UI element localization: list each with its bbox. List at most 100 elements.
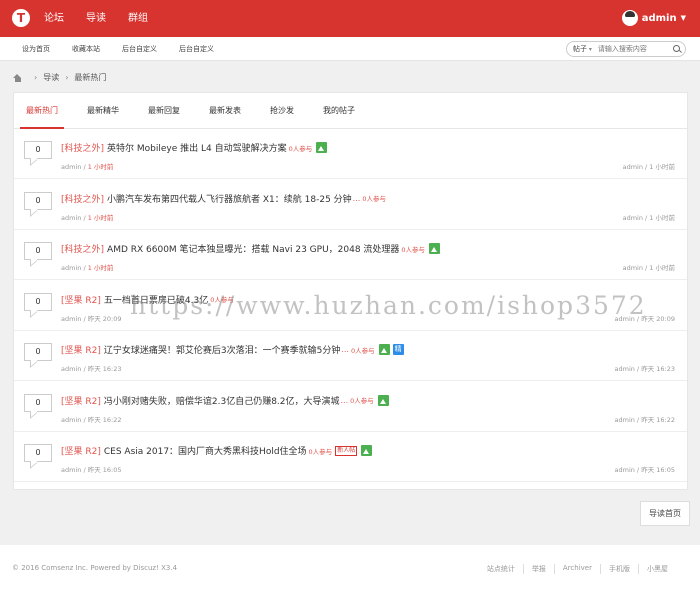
thread-time: 昨天 16:22: [87, 415, 122, 424]
guide-tabs: 最新热门 最新精华 最新回复 最新发表 抢沙发 我的帖子: [14, 93, 687, 129]
nav-item-group[interactable]: 群组: [128, 0, 148, 37]
thread-row[interactable]: 0 [坚果 R2] CES Asia 2017：国内厂商大秀黑科技Hold住全场 0人…: [14, 432, 687, 482]
thread-row[interactable]: 0 [坚果 R2] 辽宁女球迷痛哭！郭艾伦赛后3次落泪：一个赛季就输5分钟... 0人…: [14, 331, 687, 381]
thread-category[interactable]: [科技之外]: [61, 192, 104, 205]
image-attachment-icon: [361, 445, 373, 456]
username[interactable]: admin: [642, 13, 677, 24]
nav-item-forum[interactable]: 论坛: [44, 0, 64, 37]
set-homepage-link[interactable]: 设为首页: [22, 37, 50, 61]
thread-row[interactable]: 0 [科技之外] 小鹏汽车发布第四代载人飞行器旅航者 X1：续航 18-25 分钟.…: [14, 180, 687, 230]
tab-latest-hot[interactable]: 最新热门: [20, 93, 64, 129]
thread-category[interactable]: [坚果 R2]: [61, 394, 101, 407]
thread-title[interactable]: AMD RX 6600M 笔记本独显曝光：搭载 Navi 23 GPU，2048…: [107, 242, 399, 255]
thread-meta-left: admin / 昨天 16:22: [61, 415, 122, 424]
thread-title-line: [科技之外] 英特尔 Mobileye 推出 L4 自动驾驶解决方案 0人参与: [61, 141, 328, 154]
bookmark-site-link[interactable]: 收藏本站: [72, 37, 100, 61]
thread-row[interactable]: 0 [坚果 R2] 冯小刚对赌失败，赔偿华谊2.3亿自己仍赚8.2亿，大导演城...…: [14, 382, 687, 432]
tab-latest-post[interactable]: 最新发表: [203, 93, 247, 128]
tab-sofa[interactable]: 抢沙发: [264, 93, 300, 128]
search-icon[interactable]: [673, 45, 680, 52]
breadcrumb: › 导读 › 最新热门: [13, 72, 106, 83]
last-reply-meta[interactable]: admin / 1 小时前: [623, 161, 675, 171]
thread-meta-left: admin / 昨天 16:05: [61, 466, 122, 474]
footer-link-stats[interactable]: 站点统计: [479, 564, 523, 574]
thread-time: 昨天 16:05: [87, 466, 122, 474]
chevron-down-icon[interactable]: ▼: [681, 14, 686, 22]
tab-latest-reply[interactable]: 最新回复: [142, 93, 186, 128]
thread-title[interactable]: 辽宁女球迷痛哭！郭艾伦赛后3次落泪：一个赛季就输5分钟: [104, 343, 340, 356]
thread-meta-left: admin / 1 小时前: [61, 264, 114, 272]
participant-count: 0人参与: [362, 195, 386, 203]
top-bar: T 论坛 导读 群组 admin ▼: [0, 0, 700, 37]
thread-meta-left: admin / 昨天 16:23: [61, 365, 122, 373]
image-attachment-icon: [429, 243, 441, 254]
breadcrumb-separator: ›: [65, 73, 69, 82]
thread-author[interactable]: admin: [61, 264, 81, 272]
footer-link-archiver[interactable]: Archiver: [553, 564, 600, 574]
thread-category[interactable]: [坚果 R2]: [61, 293, 101, 306]
footer-link-mobile[interactable]: 手机版: [600, 564, 638, 574]
search-box: 帖子: [566, 41, 686, 57]
thread-author[interactable]: admin: [61, 163, 81, 171]
thread-meta-left: admin / 1 小时前: [61, 213, 114, 222]
main-nav: 论坛 导读 群组: [44, 0, 170, 37]
thread-title[interactable]: 英特尔 Mobileye 推出 L4 自动驾驶解决方案: [107, 141, 287, 154]
thread-category[interactable]: [科技之外]: [61, 242, 104, 255]
thread-row[interactable]: 0 [科技之外] 英特尔 Mobileye 推出 L4 自动驾驶解决方案 0人参与 ad…: [14, 129, 687, 179]
guide-home-button[interactable]: 导读首页: [640, 501, 690, 526]
thread-meta-left: admin / 1 小时前: [61, 163, 114, 171]
nav-item-guide[interactable]: 导读: [86, 0, 106, 37]
footer: © 2016 Comsenz Inc. Powered by Discuz! X…: [0, 545, 700, 609]
thread-title[interactable]: 小鹏汽车发布第四代载人飞行器旅航者 X1：续航 18-25 分钟: [107, 192, 352, 205]
thread-title-line: [坚果 R2] CES Asia 2017：国内厂商大秀黑科技Hold住全场 0人参…: [61, 444, 373, 457]
image-attachment-icon: [377, 394, 389, 406]
reply-count-badge: 0: [24, 191, 52, 210]
last-reply-meta[interactable]: admin / 昨天 16:23: [615, 363, 676, 373]
thread-title[interactable]: CES Asia 2017：国内厂商大秀黑科技Hold住全场: [104, 444, 307, 457]
thread-title-line: [坚果 R2] 冯小刚对赌失败，赔偿华谊2.3亿自己仍赚8.2亿，大导演城... 0…: [61, 394, 389, 407]
admin-custom-link-1[interactable]: 后台自定义: [122, 37, 157, 61]
thread-category[interactable]: [坚果 R2]: [61, 444, 101, 457]
thread-author[interactable]: admin: [61, 466, 81, 474]
home-icon[interactable]: [13, 73, 22, 82]
tab-latest-digest[interactable]: 最新精华: [81, 93, 125, 128]
breadcrumb-guide[interactable]: 导读: [43, 72, 59, 83]
reply-count-badge: 0: [24, 141, 52, 159]
site-logo[interactable]: T: [12, 9, 30, 27]
reply-count-badge: 0: [24, 444, 52, 462]
last-reply-meta[interactable]: admin / 1 小时前: [623, 212, 675, 222]
thread-author[interactable]: admin: [61, 365, 81, 373]
last-reply-meta[interactable]: admin / 昨天 16:05: [615, 464, 676, 474]
thread-time: 1 小时前: [87, 163, 114, 171]
last-reply-meta[interactable]: admin / 昨天 16:22: [615, 414, 676, 424]
thread-author[interactable]: admin: [61, 315, 81, 323]
footer-link-report[interactable]: 举报: [522, 564, 554, 574]
last-reply-meta[interactable]: admin / 1 小时前: [623, 262, 675, 272]
tab-my-threads[interactable]: 我的帖子: [317, 93, 361, 128]
thread-time: 昨天 16:23: [87, 365, 122, 373]
search-type-select[interactable]: 帖子: [573, 44, 592, 54]
avatar[interactable]: [621, 10, 638, 26]
footer-link-blackroom[interactable]: 小黑屋: [638, 564, 676, 574]
user-menu[interactable]: admin ▼: [621, 10, 686, 26]
search-input[interactable]: [597, 45, 662, 53]
thread-time: 1 小时前: [87, 264, 114, 272]
thread-title[interactable]: 冯小刚对赌失败，赔偿华谊2.3亿自己仍赚8.2亿，大导演城: [104, 394, 340, 407]
thread-category[interactable]: [科技之外]: [61, 141, 104, 154]
thread-meta-left: admin / 昨天 20:09: [61, 314, 122, 323]
thread-author[interactable]: admin: [61, 416, 81, 424]
breadcrumb-current: 最新热门: [74, 73, 107, 82]
thread-category[interactable]: [坚果 R2]: [61, 343, 101, 356]
thread-title-line: [科技之外] 小鹏汽车发布第四代载人飞行器旅航者 X1：续航 18-25 分钟..…: [61, 192, 386, 205]
thread-time: 昨天 20:09: [87, 314, 122, 323]
reply-count-badge: 0: [24, 292, 52, 311]
participant-count: 0人参与: [288, 144, 313, 153]
thread-author[interactable]: admin: [61, 214, 81, 222]
thread-row[interactable]: 0 [科技之外] AMD RX 6600M 笔记本独显曝光：搭载 Navi 23 G…: [14, 230, 687, 280]
new-user-badge: 新人帖: [335, 445, 358, 456]
copyright-text: © 2016 Comsenz Inc. Powered by Discuz! X…: [12, 564, 178, 572]
sub-toolbar: 设为首页 收藏本站 后台自定义 后台自定义 帖子: [0, 37, 700, 61]
participant-count: 0人参与: [350, 346, 375, 355]
admin-custom-link-2[interactable]: 后台自定义: [179, 37, 214, 61]
thread-time: 1 小时前: [87, 213, 114, 222]
